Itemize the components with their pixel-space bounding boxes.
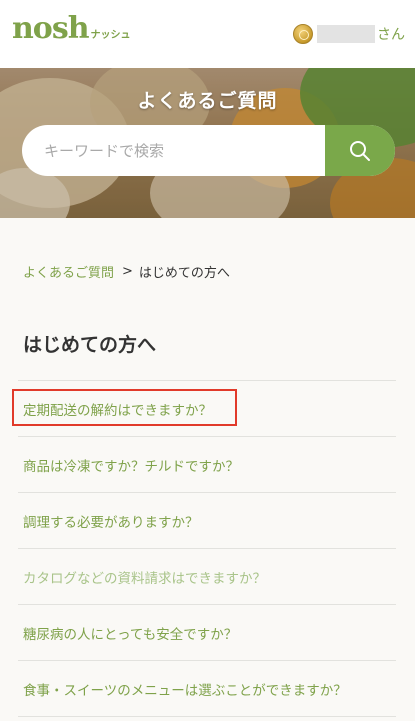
coin-icon <box>293 24 313 44</box>
faq-list: 定期配送の解約はできますか？ 商品は冷凍ですか？チルドですか？ 調理する必要があ… <box>18 380 396 717</box>
breadcrumb-current: はじめての方へ <box>138 266 230 281</box>
faq-item-frozen-or-chilled[interactable]: 商品は冷凍ですか？チルドですか？ <box>18 437 396 493</box>
nosh-logo[interactable]: nosh ナッシュ <box>12 14 131 44</box>
faq-item-catalog-request[interactable]: カタログなどの資料請求はできますか？ <box>18 549 396 605</box>
user-account[interactable]: さん <box>293 24 405 44</box>
logo-wordmark: nosh <box>12 11 90 46</box>
page-title: よくあるご質問 <box>137 90 278 112</box>
search-bar <box>22 125 395 176</box>
hero-banner: よくあるご質問 <box>0 68 415 218</box>
search-icon <box>350 140 370 161</box>
breadcrumb-separator: > <box>122 264 133 279</box>
faq-item-cooking-required[interactable]: 調理する必要がありますか？ <box>18 493 396 549</box>
user-name-redacted <box>317 25 375 43</box>
faq-item-menu-selection[interactable]: 食事・スイーツのメニューは選ぶことができますか？ <box>18 661 396 717</box>
user-name-suffix: さん <box>377 27 405 43</box>
faq-item-diabetes-safety[interactable]: 糖尿病の人にとっても安全ですか？ <box>18 605 396 661</box>
section-title: はじめての方へ <box>23 334 157 356</box>
breadcrumb-faq-link[interactable]: よくあるご質問 <box>23 262 114 281</box>
site-header: nosh ナッシュ さん <box>0 0 415 68</box>
search-button[interactable] <box>325 125 395 176</box>
logo-kana: ナッシュ <box>90 30 131 41</box>
search-input[interactable] <box>22 125 325 176</box>
breadcrumb: よくあるご質問 > はじめての方へ <box>23 262 230 281</box>
faq-item-cancel-subscription[interactable]: 定期配送の解約はできますか？ <box>18 381 396 437</box>
faq-page: nosh ナッシュ さん よくあるご質問 キーワードで検索 よくあるご質問 > … <box>0 0 415 721</box>
